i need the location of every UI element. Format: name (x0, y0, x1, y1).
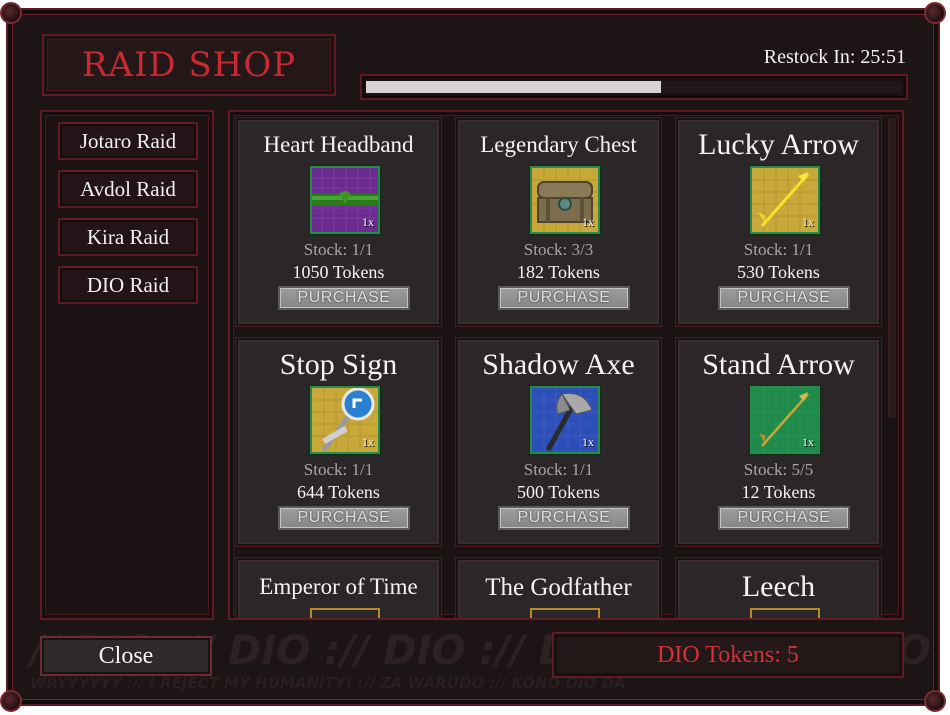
item-name: The Godfather (485, 574, 632, 601)
restock-timer: Restock In: 25:51 (763, 46, 906, 68)
shop-item-card: Legendary Chest 1x Stock: 3/3 182 Tokens… (456, 118, 661, 326)
item-image[interactable]: 1x (530, 166, 600, 234)
item-image[interactable]: 1x (310, 166, 380, 234)
item-price: 530 Tokens (737, 262, 820, 282)
item-quantity: 1x (802, 215, 814, 229)
item-name: Stand Arrow (702, 348, 855, 381)
shop-items-grid: Heart Headband 1x Stock: 1/1 1050 Tokens… (228, 110, 904, 620)
item-image[interactable]: 1x (750, 166, 820, 234)
purchase-button[interactable]: PURCHASE (498, 286, 630, 310)
shop-item-card: Leech (676, 558, 881, 618)
shop-item-card: Lucky Arrow 1x Stock: 1/1 530 Tokens PUR… (676, 118, 881, 326)
item-stock: Stock: 1/1 (743, 240, 814, 259)
item-stock: Stock: 3/3 (523, 240, 594, 259)
shop-title-box: RAID SHOP (42, 34, 336, 96)
item-name: Leech (741, 570, 816, 603)
item-price: 1050 Tokens (292, 262, 385, 282)
shop-item-card: Stop Sign 1x Stock: 1/1 644 Tokens PURCH… (236, 338, 441, 546)
item-quantity: 1x (362, 435, 374, 449)
item-name: Heart Headband (263, 132, 414, 157)
close-button[interactable]: Close (40, 636, 212, 676)
purchase-button[interactable]: PURCHASE (718, 506, 850, 530)
restock-progress-bar (360, 74, 908, 100)
shop-item-card: Heart Headband 1x Stock: 1/1 1050 Tokens… (236, 118, 441, 326)
item-price: 12 Tokens (741, 482, 816, 502)
item-name: Shadow Axe (482, 348, 635, 381)
item-frame-ornament (310, 608, 380, 618)
watermark-subtext: WRYYYYYY :// I REJECT MY HUMANITY! :// Z… (30, 674, 626, 692)
purchase-button[interactable]: PURCHASE (278, 286, 410, 310)
item-stock: Stock: 1/1 (523, 460, 594, 479)
page-title: RAID SHOP (81, 45, 297, 85)
shop-item-card: Emperor of Time (236, 558, 441, 618)
item-name: Legendary Chest (480, 132, 637, 157)
item-quantity: 1x (582, 435, 594, 449)
frame-corner-ornament (0, 2, 22, 24)
item-quantity: 1x (362, 215, 374, 229)
item-frame-ornament (750, 608, 820, 618)
shop-item-card: The Godfather (456, 558, 661, 618)
shop-item-card: Shadow Axe 1x Stock: 1/1 500 Tokens PURC… (456, 338, 661, 546)
grid-scrollbar[interactable] (888, 118, 896, 418)
item-quantity: 1x (582, 215, 594, 229)
raid-list-panel: Jotaro Raid Avdol Raid Kira Raid DIO Rai… (40, 110, 214, 620)
item-image[interactable]: 1x (750, 386, 820, 454)
purchase-button[interactable]: PURCHASE (498, 506, 630, 530)
raid-tab-avdol[interactable]: Avdol Raid (58, 170, 198, 208)
raid-tab-dio[interactable]: DIO Raid (58, 266, 198, 304)
purchase-button[interactable]: PURCHASE (718, 286, 850, 310)
restock-progress-fill (366, 81, 661, 93)
purchase-button[interactable]: PURCHASE (278, 506, 410, 530)
item-quantity: 1x (802, 435, 814, 449)
token-balance: DIO Tokens: 5 (552, 632, 904, 678)
raid-tab-jotaro[interactable]: Jotaro Raid (58, 122, 198, 160)
item-name: Emperor of Time (259, 574, 418, 599)
item-image[interactable]: 1x (310, 386, 380, 454)
frame-corner-ornament (924, 2, 946, 24)
item-price: 182 Tokens (517, 262, 600, 282)
item-stock: Stock: 5/5 (743, 460, 814, 479)
item-stock: Stock: 1/1 (303, 460, 374, 479)
item-price: 500 Tokens (517, 482, 600, 502)
raid-tab-kira[interactable]: Kira Raid (58, 218, 198, 256)
item-image[interactable]: 1x (530, 386, 600, 454)
shop-item-card: Stand Arrow 1x Stock: 5/5 12 Tokens PURC… (676, 338, 881, 546)
item-price: 644 Tokens (297, 482, 380, 502)
item-frame-ornament (530, 608, 600, 618)
token-balance-label: DIO Tokens: 5 (657, 641, 799, 668)
item-name: Lucky Arrow (698, 128, 859, 161)
item-stock: Stock: 1/1 (303, 240, 374, 259)
item-name: Stop Sign (279, 348, 398, 381)
